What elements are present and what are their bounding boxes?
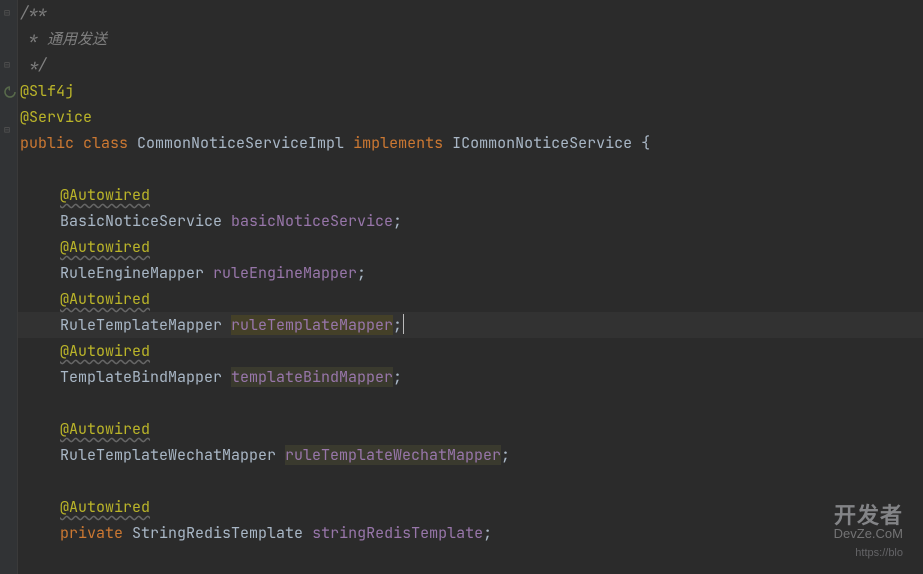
- semicolon: ;: [393, 315, 402, 335]
- blank-line[interactable]: [18, 156, 923, 182]
- semicolon: ;: [483, 523, 492, 543]
- fold-minus-icon[interactable]: ⊟: [4, 8, 14, 18]
- fold-minus-icon[interactable]: ⊟: [4, 125, 14, 135]
- semicolon: ;: [393, 367, 402, 387]
- field-type: StringRedisTemplate: [132, 523, 303, 543]
- code-line[interactable]: BasicNoticeService basicNoticeService;: [18, 208, 923, 234]
- field-type: RuleTemplateMapper: [60, 315, 222, 335]
- fold-end-icon[interactable]: ⊟: [4, 60, 14, 70]
- field-modifier: private: [60, 523, 123, 543]
- code-line[interactable]: @Autowired: [18, 182, 923, 208]
- code-line[interactable]: @Autowired: [18, 286, 923, 312]
- open-brace: {: [641, 133, 650, 153]
- field-type: RuleTemplateWechatMapper: [60, 445, 276, 465]
- code-line[interactable]: @Autowired: [18, 234, 923, 260]
- code-line-current[interactable]: RuleTemplateMapper ruleTemplateMapper;: [18, 312, 923, 338]
- annotation-autowired: @Autowired: [60, 289, 150, 309]
- code-line[interactable]: */: [18, 52, 923, 78]
- code-line[interactable]: @Service: [18, 104, 923, 130]
- code-line[interactable]: @Autowired: [18, 494, 923, 520]
- interface-name: ICommonNoticeService: [452, 133, 632, 153]
- text-cursor: [403, 314, 404, 334]
- editor-gutter: ⊟ ⊟ ⊟: [0, 0, 18, 574]
- comment-body: * 通用发送: [20, 29, 107, 49]
- code-line[interactable]: * 通用发送: [18, 26, 923, 52]
- semicolon: ;: [357, 263, 366, 283]
- blank-line[interactable]: [18, 546, 923, 572]
- comment-open: /**: [20, 3, 47, 23]
- field-type: TemplateBindMapper: [60, 367, 222, 387]
- annotation-service: @Service: [20, 107, 92, 127]
- class-name: CommonNoticeServiceImpl: [137, 133, 344, 153]
- field-type: RuleEngineMapper: [60, 263, 204, 283]
- comment-close: */: [20, 55, 47, 75]
- annotation-autowired: @Autowired: [60, 185, 150, 205]
- code-line[interactable]: private StringRedisTemplate stringRedisT…: [18, 520, 923, 546]
- code-line[interactable]: @Slf4j: [18, 78, 923, 104]
- field-name-highlighted: templateBindMapper: [231, 367, 393, 387]
- code-line[interactable]: public class CommonNoticeServiceImpl imp…: [18, 130, 923, 156]
- annotation-slf4j: @Slf4j: [20, 81, 74, 101]
- semicolon: ;: [501, 445, 510, 465]
- field-name-highlighted: ruleTemplateMapper: [231, 315, 393, 335]
- code-line[interactable]: TemplateBindMapper templateBindMapper;: [18, 364, 923, 390]
- code-content[interactable]: /** * 通用发送 */ @Slf4j @Service public cla…: [18, 0, 923, 574]
- field-name: basicNoticeService: [231, 211, 393, 231]
- class-modifiers: public class: [20, 133, 128, 153]
- field-type: BasicNoticeService: [60, 211, 222, 231]
- semicolon: ;: [393, 211, 402, 231]
- code-line[interactable]: RuleEngineMapper ruleEngineMapper;: [18, 260, 923, 286]
- annotation-autowired: @Autowired: [60, 419, 150, 439]
- field-name-highlighted: ruleTemplateWechatMapper: [285, 445, 501, 465]
- field-name: stringRedisTemplate: [312, 523, 483, 543]
- blank-line[interactable]: [18, 468, 923, 494]
- code-line[interactable]: /**: [18, 0, 923, 26]
- implements-keyword: implements: [353, 133, 443, 153]
- loop-icon[interactable]: [4, 86, 14, 96]
- annotation-autowired: @Autowired: [60, 497, 150, 517]
- code-line[interactable]: @Autowired: [18, 416, 923, 442]
- field-name: ruleEngineMapper: [213, 263, 357, 283]
- code-line[interactable]: RuleTemplateWechatMapper ruleTemplateWec…: [18, 442, 923, 468]
- annotation-autowired: @Autowired: [60, 237, 150, 257]
- blank-line[interactable]: [18, 390, 923, 416]
- annotation-autowired: @Autowired: [60, 341, 150, 361]
- code-line[interactable]: @Autowired: [18, 338, 923, 364]
- code-editor[interactable]: ⊟ ⊟ ⊟ /** * 通用发送 */ @Slf4j @Service publ…: [0, 0, 923, 574]
